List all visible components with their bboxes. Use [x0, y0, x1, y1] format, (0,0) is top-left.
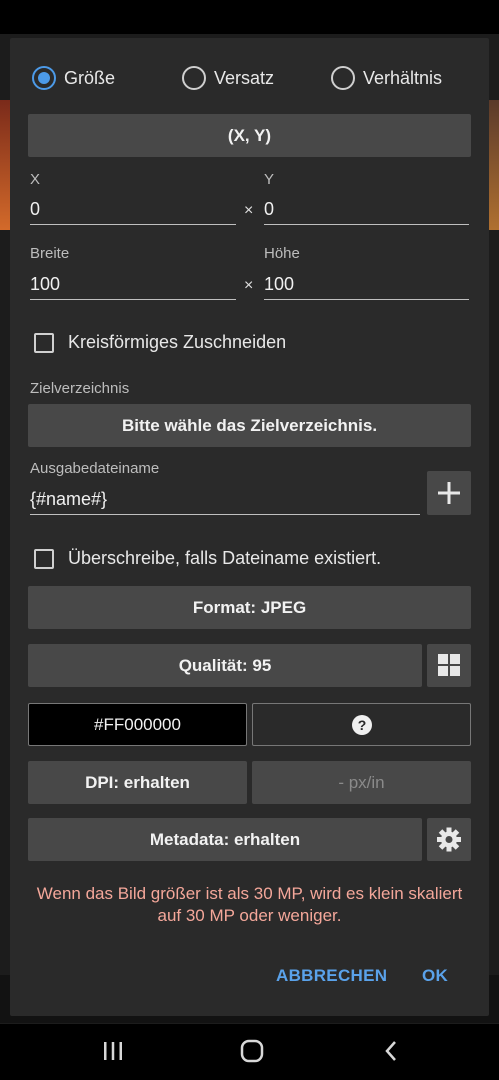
radio-checked-icon: [32, 66, 56, 90]
xy-button[interactable]: (X, Y): [28, 114, 471, 157]
radio-unchecked-icon: [182, 66, 206, 90]
radio-size[interactable]: Größe: [32, 60, 115, 96]
radio-size-label: Größe: [64, 67, 116, 88]
background-color-button[interactable]: #FF000000: [28, 703, 247, 746]
circular-crop-label: Kreisförmiges Zuschneiden: [68, 332, 287, 352]
crop-settings-dialog: Größe Versatz Verhältnis (X, Y) X 0 × Y …: [10, 38, 489, 1016]
times-symbol: ×: [244, 277, 254, 294]
size-warning-text: Wenn das Bild größer ist als 30 MP, wird…: [36, 884, 463, 925]
checkbox-icon: [34, 548, 54, 569]
status-bar: [0, 0, 499, 34]
mode-radio-group: Größe Versatz Verhältnis: [32, 60, 467, 96]
radio-unchecked-icon: [331, 66, 355, 90]
navigation-bar: [0, 1024, 499, 1080]
checkbox-icon: [34, 332, 54, 353]
home-icon[interactable]: [238, 1038, 266, 1064]
output-name-input[interactable]: {#name#}: [30, 485, 420, 515]
recents-icon[interactable]: [100, 1038, 126, 1064]
radio-offset-label: Versatz: [214, 67, 275, 88]
grid-icon: [438, 654, 460, 676]
radio-ratio-label: Verhältnis: [363, 67, 443, 88]
width-input[interactable]: 100: [30, 270, 236, 300]
width-label: Breite: [30, 245, 70, 262]
circular-crop-checkbox[interactable]: Kreisförmiges Zuschneiden: [34, 332, 286, 353]
dpi-unit-button: - px/in: [252, 761, 471, 804]
help-icon: ?: [351, 714, 372, 735]
help-button[interactable]: ?: [252, 703, 471, 746]
metadata-button[interactable]: Metadata: erhalten: [28, 818, 422, 861]
x-input[interactable]: 0: [30, 195, 236, 225]
radio-offset[interactable]: Versatz: [182, 60, 274, 96]
overwrite-checkbox[interactable]: Überschreibe, falls Dateiname existiert.: [34, 548, 381, 569]
choose-directory-button[interactable]: Bitte wähle das Zielverzeichnis.: [28, 404, 471, 447]
gear-icon: [437, 827, 461, 852]
add-variable-button[interactable]: [427, 471, 471, 515]
height-input[interactable]: 100: [264, 270, 469, 300]
svg-text:?: ?: [357, 717, 366, 733]
radio-ratio[interactable]: Verhältnis: [331, 60, 442, 96]
times-symbol: ×: [244, 202, 254, 219]
cancel-button[interactable]: ABBRECHEN: [276, 966, 387, 986]
output-name-label: Ausgabedateiname: [30, 460, 160, 477]
format-button[interactable]: Format: JPEG: [28, 586, 471, 629]
overwrite-label: Überschreibe, falls Dateiname existiert.: [68, 548, 382, 568]
plus-icon: [438, 482, 460, 504]
back-icon[interactable]: [378, 1038, 404, 1064]
y-label: Y: [264, 171, 275, 188]
metadata-settings-button[interactable]: [427, 818, 471, 861]
x-label: X: [30, 171, 41, 188]
height-label: Höhe: [264, 245, 300, 262]
dpi-button[interactable]: DPI: erhalten: [28, 761, 247, 804]
quality-button[interactable]: Qualität: 95: [28, 644, 422, 687]
target-dir-label: Zielverzeichnis: [30, 380, 130, 397]
y-input[interactable]: 0: [264, 195, 469, 225]
ok-button[interactable]: OK: [422, 966, 448, 986]
quality-options-button[interactable]: [427, 644, 471, 687]
